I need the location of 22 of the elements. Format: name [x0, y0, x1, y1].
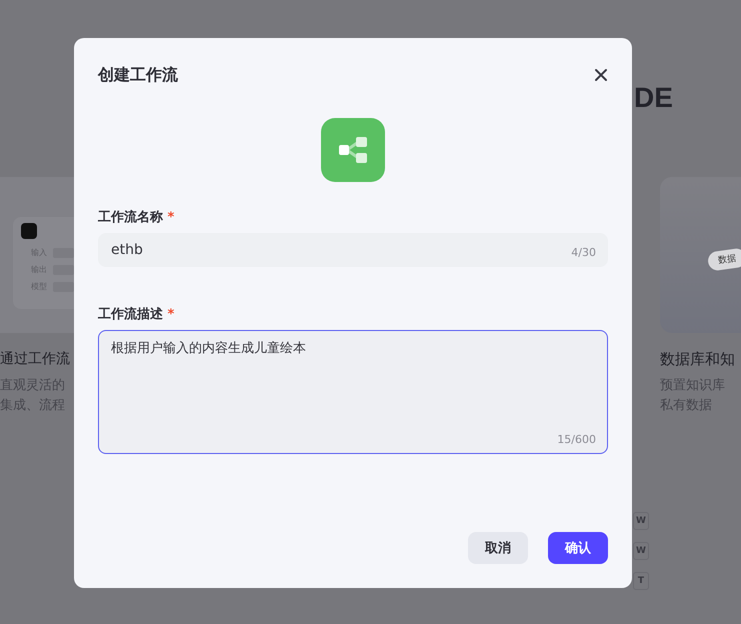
data-tag: 数据	[706, 247, 741, 272]
char-count: 4/30	[571, 246, 596, 259]
field-label: 工作流名称 *	[98, 208, 174, 226]
placeholder-bar	[53, 282, 74, 292]
workflow-icon	[321, 118, 385, 182]
close-button[interactable]	[594, 68, 608, 82]
cancel-button[interactable]: 取消	[468, 532, 528, 564]
confirm-button[interactable]: 确认	[548, 532, 608, 564]
feature-card[interactable]: 数据	[660, 177, 741, 333]
key-badge: W	[633, 512, 649, 530]
char-count: 15/600	[557, 433, 596, 446]
page-heading: DE	[634, 82, 674, 115]
key-badge: W	[633, 542, 649, 560]
close-icon	[594, 68, 608, 82]
bot-icon	[21, 223, 37, 239]
key-badge: T	[633, 572, 649, 590]
card-title: 通过工作流	[0, 350, 71, 369]
placeholder-bar	[53, 264, 74, 274]
field-label: 工作流描述 *	[98, 306, 174, 323]
card-title: 数据库和知	[660, 349, 736, 370]
dialog-title: 创建工作流	[98, 64, 178, 86]
placeholder-bar	[53, 248, 74, 258]
